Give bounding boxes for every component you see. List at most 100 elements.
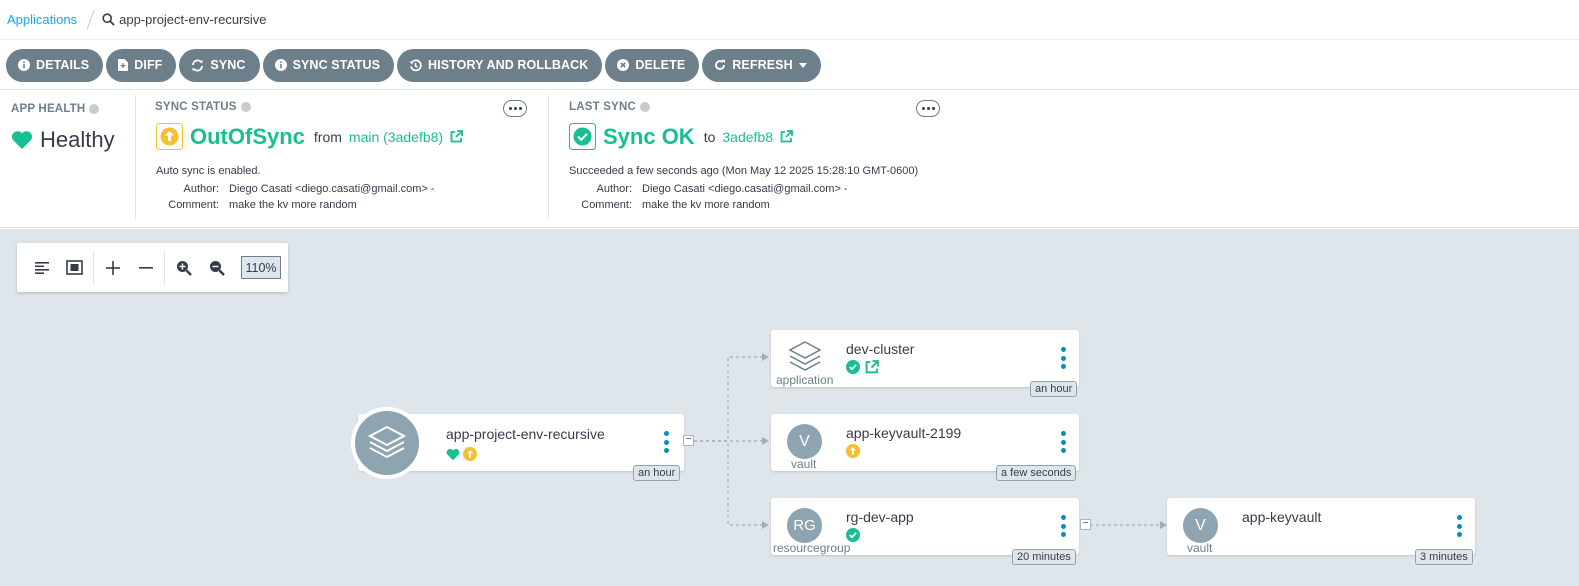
file-diff-icon <box>118 59 129 71</box>
refresh-icon <box>715 59 726 70</box>
times-circle-icon <box>617 59 630 71</box>
history-icon <box>409 59 422 71</box>
app-health-title: APP HEALTH <box>11 103 100 115</box>
external-link-icon[interactable] <box>450 130 463 143</box>
node-kind-label: resourcegroup <box>773 541 851 555</box>
check-circle-icon <box>569 123 596 150</box>
last-sync-more-button[interactable] <box>916 100 940 117</box>
dev-cluster-node[interactable]: application dev-cluster an hour <box>771 330 1079 397</box>
node-collapse-toggle[interactable]: − <box>1080 519 1091 530</box>
stack-icon <box>788 341 822 371</box>
diff-button-label: DIFF <box>134 58 163 72</box>
sync-author-row: Author: Diego Casati <diego.casati@gmail… <box>155 183 435 195</box>
rg-dev-app-node[interactable]: RG resourcegroup rg-dev-app 20 minutes − <box>771 498 1091 565</box>
sync-status-button-label: SYNC STATUS <box>292 58 381 72</box>
refresh-button[interactable]: REFRESH <box>702 48 821 82</box>
sync-status-section: SYNC STATUS OutOfSync from main (3adefb8… <box>136 91 548 219</box>
last-sync-comment-row: Comment: make the kv more random <box>568 199 770 211</box>
external-link-icon[interactable] <box>865 360 879 374</box>
sync-icon <box>192 59 204 71</box>
details-button[interactable]: DETAILS <box>6 48 104 82</box>
resourcegroup-kind-icon: RG <box>787 508 822 543</box>
sync-status-title-text: SYNC STATUS <box>155 101 237 113</box>
rg-dev-app-name: rg-dev-app <box>846 509 914 525</box>
node-menu-kebab[interactable] <box>1057 515 1069 537</box>
node-age-badge: 20 minutes <box>1012 549 1076 565</box>
app-keyvault-2199-node[interactable]: V vault app-keyvault-2199 a few seconds <box>771 414 1079 481</box>
root-app-status-icons <box>446 447 477 461</box>
breadcrumb-separator <box>86 9 95 30</box>
breadcrumb: Applications app-project-env-recursive <box>0 0 1579 40</box>
edge-root-to-rg-dev-app <box>694 440 762 526</box>
dev-cluster-status-icons <box>846 360 879 374</box>
node-age-badge: an hour <box>1030 381 1078 397</box>
auto-sync-text: Auto sync is enabled. <box>156 165 261 177</box>
breadcrumb-app-search[interactable]: app-project-env-recursive <box>102 12 267 27</box>
check-circle-icon <box>846 360 860 374</box>
help-icon[interactable] <box>89 104 100 114</box>
app-health-status: Healthy <box>11 127 115 153</box>
resource-tree-graph[interactable]: 110% app-project-env-recursive an hour −… <box>0 229 1579 586</box>
node-age-badge: a few seconds <box>996 465 1077 481</box>
author-label: Author: <box>183 183 219 195</box>
delete-button-label: DELETE <box>635 58 686 72</box>
sync-status-more-button[interactable] <box>503 100 527 117</box>
sync-button-label: SYNC <box>210 58 246 72</box>
last-sync-status-text: Sync OK <box>603 123 695 149</box>
app-keyvault-node[interactable]: V vault app-keyvault 3 minutes <box>1167 498 1475 565</box>
last-sync-section: LAST SYNC Sync OK to 3adefb8 Succeeded a… <box>549 91 969 219</box>
node-kind-label: vault <box>1187 541 1213 555</box>
help-icon[interactable] <box>240 102 251 112</box>
node-kind-label: vault <box>791 457 817 471</box>
status-panel: APP HEALTH Healthy SYNC STATUS OutOfSync… <box>0 91 1579 228</box>
last-sync-title: LAST SYNC <box>569 101 650 113</box>
app-toolbar: DETAILS DIFF SYNC SYNC STATUS HISTORY AN… <box>0 41 1579 90</box>
node-menu-kebab[interactable] <box>1453 515 1465 537</box>
app-health-section: APP HEALTH Healthy <box>0 91 135 219</box>
sync-revision-link[interactable]: main (3adefb8) <box>349 129 443 145</box>
root-app-node[interactable]: app-project-env-recursive an hour − <box>351 407 694 481</box>
delete-button[interactable]: DELETE <box>605 48 700 82</box>
out-of-sync-icon <box>156 123 183 150</box>
node-menu-kebab[interactable] <box>1057 347 1069 369</box>
external-link-icon[interactable] <box>780 130 793 143</box>
out-of-sync-icon <box>463 447 477 461</box>
node-age-badge: an hour <box>633 465 681 481</box>
edge-root-to-dev-cluster <box>694 356 762 442</box>
details-button-label: DETAILS <box>36 58 90 72</box>
info-circle-icon <box>274 59 287 71</box>
comment-label: Comment: <box>581 199 632 211</box>
vault-kind-icon: V <box>1183 508 1218 543</box>
last-sync-state: Sync OK to 3adefb8 <box>569 123 793 150</box>
rg-dev-app-status-icons <box>846 528 860 542</box>
sync-from-label: from <box>313 128 342 145</box>
last-sync-title-text: LAST SYNC <box>569 101 636 113</box>
author-value: Diego Casati <diego.casati@gmail.com> - <box>229 183 435 195</box>
breadcrumb-applications-link[interactable]: Applications <box>7 12 77 27</box>
check-circle-icon <box>846 528 860 542</box>
node-age-badge: 3 minutes <box>1415 549 1473 565</box>
stack-icon <box>351 407 423 479</box>
sync-comment-row: Comment: make the kv more random <box>155 199 357 211</box>
last-sync-succeeded-text: Succeeded a few seconds ago (Mon May 12 … <box>569 165 919 177</box>
help-icon[interactable] <box>639 102 650 112</box>
breadcrumb-current-app: app-project-env-recursive <box>119 12 267 27</box>
diff-button[interactable]: DIFF <box>106 48 177 82</box>
last-sync-to-label: to <box>703 128 716 145</box>
app-keyvault-2199-status-icons <box>846 444 860 458</box>
sync-button[interactable]: SYNC <box>179 48 260 82</box>
refresh-button-label: REFRESH <box>732 58 793 72</box>
node-collapse-toggle[interactable]: − <box>683 435 694 446</box>
history-rollback-button[interactable]: HISTORY AND ROLLBACK <box>397 48 603 82</box>
heart-icon <box>11 131 33 149</box>
comment-value: make the kv more random <box>229 199 357 211</box>
app-health-status-text: Healthy <box>40 127 115 152</box>
sync-status-button[interactable]: SYNC STATUS <box>262 48 395 82</box>
node-menu-kebab[interactable] <box>1057 431 1069 453</box>
sync-status-title: SYNC STATUS <box>155 101 251 113</box>
node-menu-kebab[interactable] <box>660 431 672 453</box>
sync-status-state: OutOfSync from main (3adefb8) <box>156 123 463 150</box>
history-rollback-button-label: HISTORY AND ROLLBACK <box>428 58 589 72</box>
vault-kind-icon: V <box>787 424 822 459</box>
last-sync-revision-link[interactable]: 3adefb8 <box>722 129 773 145</box>
